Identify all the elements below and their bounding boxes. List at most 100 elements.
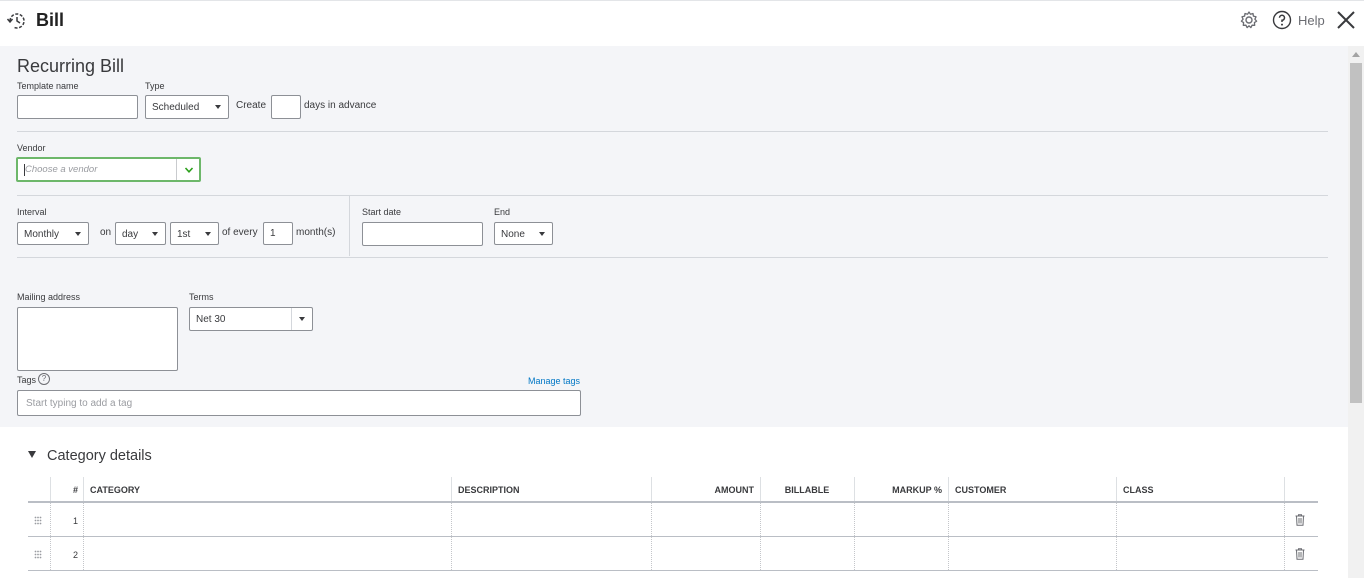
divider [17, 257, 1328, 258]
col-divider [651, 537, 652, 570]
trash-icon[interactable] [1295, 514, 1305, 526]
col-divider [651, 503, 652, 536]
drag-handle-icon[interactable] [34, 550, 42, 559]
days-in-advance-label: days in advance [304, 100, 377, 111]
day-type-value: day [122, 228, 139, 240]
col-divider [83, 477, 84, 501]
gear-icon[interactable] [1239, 10, 1259, 30]
scroll-up-arrow-icon[interactable] [1352, 52, 1360, 57]
table-row[interactable]: 2 [28, 537, 1318, 571]
template-name-input[interactable] [17, 95, 138, 119]
day-type-select[interactable]: day [115, 222, 166, 245]
manage-tags-link[interactable]: Manage tags [528, 376, 580, 386]
page-header-title: Bill [36, 10, 65, 30]
terms-separator [291, 308, 292, 330]
column-header-category[interactable]: CATEGORY [90, 485, 140, 495]
terms-label: Terms [189, 292, 214, 302]
column-header-number: # [72, 485, 78, 495]
category-details-section: Category details # CATEGORY DESCRIPTION … [0, 427, 1348, 578]
trash-icon[interactable] [1295, 548, 1305, 560]
col-divider [948, 537, 949, 570]
col-divider [948, 503, 949, 536]
caret-down-icon [205, 231, 211, 236]
column-header-customer[interactable]: CUSTOMER [955, 485, 1006, 495]
mailing-address-textarea[interactable] [17, 307, 178, 371]
row-number: 2 [72, 550, 78, 560]
end-select[interactable]: None [494, 222, 553, 245]
interval-frequency-value: Monthly [24, 228, 60, 240]
drag-handle-icon[interactable] [34, 516, 42, 525]
every-count-value: 1 [270, 228, 276, 239]
col-divider [50, 477, 51, 501]
category-details-title[interactable]: Category details [47, 448, 152, 464]
on-label: on [100, 227, 112, 238]
terms-value: Net 30 [196, 314, 226, 326]
column-header-amount[interactable]: AMOUNT [651, 485, 755, 495]
close-icon[interactable] [1335, 9, 1357, 31]
col-divider [451, 477, 452, 501]
start-date-input[interactable] [362, 222, 483, 246]
every-count-input[interactable]: 1 [263, 222, 293, 245]
month-unit-label: month(s) [296, 227, 336, 238]
start-date-label: Start date [362, 207, 402, 217]
type-value: Scheduled [152, 102, 200, 114]
col-divider [760, 503, 761, 536]
column-header-markup[interactable]: MARKUP % [854, 485, 942, 495]
col-divider [760, 537, 761, 570]
tags-help-icon[interactable]: ? [38, 373, 50, 385]
col-divider [1116, 537, 1117, 570]
col-divider [948, 477, 949, 501]
end-value: None [501, 228, 525, 240]
help-label[interactable]: Help [1298, 13, 1325, 28]
mailing-address-label: Mailing address [17, 292, 81, 302]
header-bar: Bill Help [0, 0, 1364, 46]
tags-input[interactable]: Start typing to add a tag [17, 390, 581, 416]
col-divider [451, 537, 452, 570]
template-name-label: Template name [17, 81, 79, 91]
caret-down-icon [215, 105, 221, 109]
col-divider [83, 537, 84, 570]
interval-frequency-select[interactable]: Monthly [17, 222, 89, 245]
divider [349, 196, 350, 256]
col-divider [1116, 503, 1117, 536]
column-header-billable[interactable]: BILLABLE [760, 485, 854, 495]
terms-select[interactable]: Net 30 [189, 307, 313, 331]
caret-down-icon [152, 231, 158, 236]
end-label: End [494, 207, 511, 217]
col-divider [1116, 477, 1117, 501]
help-circle-icon[interactable] [1272, 10, 1292, 30]
divider [17, 131, 1328, 132]
col-divider [50, 503, 51, 536]
page-title: Recurring Bill [17, 56, 125, 76]
col-divider [854, 537, 855, 570]
of-every-label: of every [222, 227, 258, 238]
caret-down-icon [75, 231, 81, 236]
row-number: 1 [72, 516, 78, 526]
interval-label: Interval [17, 207, 47, 217]
col-divider [83, 503, 84, 536]
col-divider [1284, 477, 1285, 501]
column-header-description[interactable]: DESCRIPTION [458, 485, 520, 495]
col-divider [451, 503, 452, 536]
tags-placeholder: Start typing to add a tag [26, 398, 133, 409]
vendor-combobox[interactable]: Choose a vendor [16, 157, 201, 182]
col-divider [1284, 537, 1285, 570]
vendor-separator [176, 159, 177, 180]
type-label: Type [145, 81, 165, 91]
recurring-form: Recurring Bill Template name Type Schedu… [0, 46, 1348, 427]
column-header-class[interactable]: CLASS [1123, 485, 1154, 495]
collapse-triangle-icon[interactable] [28, 451, 36, 458]
days-in-advance-input[interactable] [271, 95, 301, 119]
col-divider [854, 503, 855, 536]
chevron-down-icon[interactable] [184, 165, 194, 175]
table-row[interactable]: 1 [28, 503, 1318, 537]
caret-down-icon [299, 317, 305, 321]
scrollbar-thumb[interactable] [1350, 63, 1362, 403]
type-select[interactable]: Scheduled [145, 95, 229, 119]
vendor-placeholder: Choose a vendor [25, 164, 98, 175]
tags-label: Tags [17, 375, 37, 385]
day-value-select[interactable]: 1st [170, 222, 219, 245]
recurring-clock-icon [6, 13, 25, 29]
day-value: 1st [177, 228, 191, 240]
divider [17, 195, 1328, 196]
